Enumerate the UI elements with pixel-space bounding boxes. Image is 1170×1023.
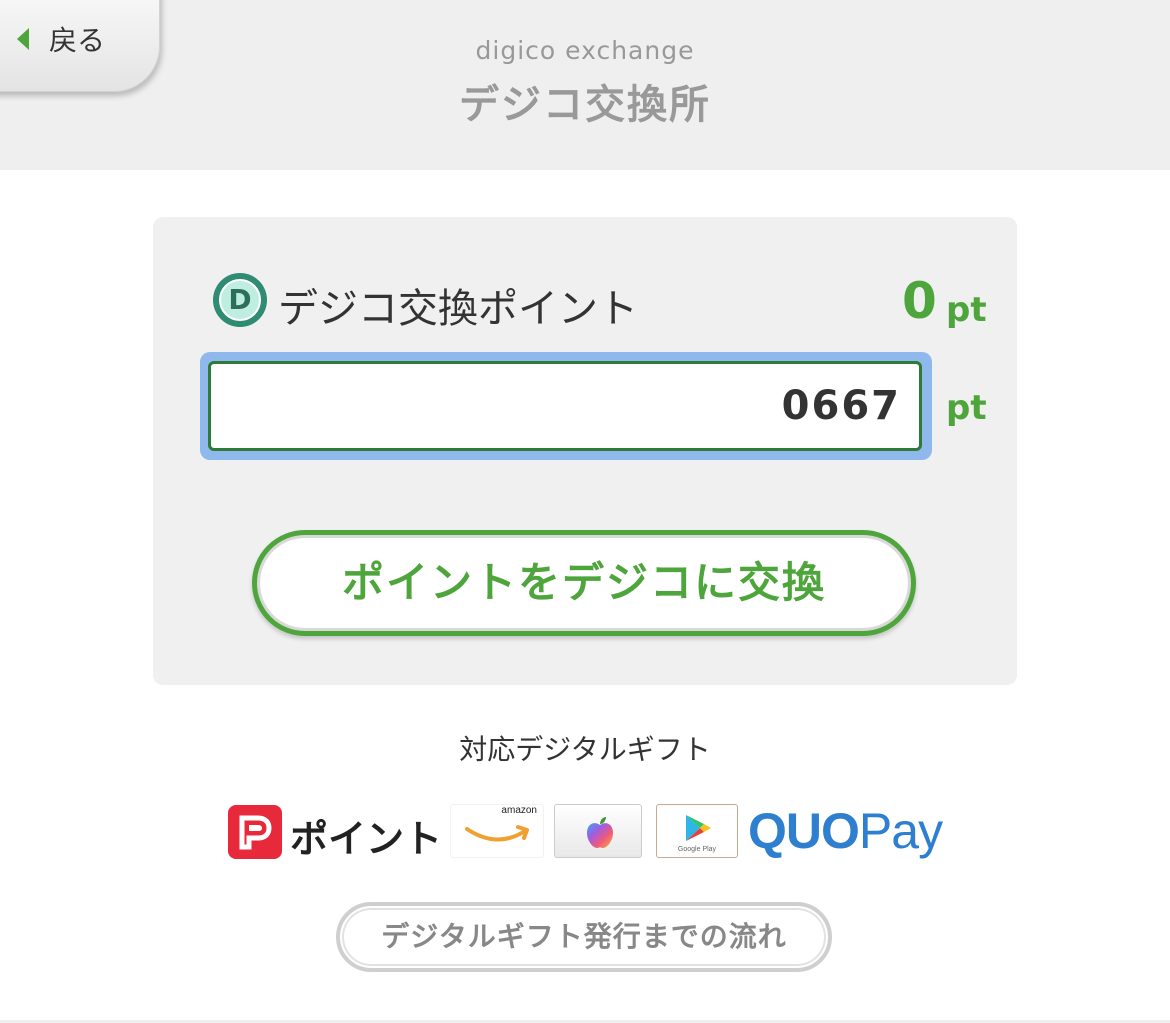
exchange-amount-input[interactable]: 0667 (208, 361, 922, 451)
gift-issuance-flow-button[interactable]: デジタルギフト発行までの流れ (336, 902, 832, 972)
exchange-button[interactable]: ポイントをデジコに交換 (252, 530, 916, 636)
apple-gift-card (554, 804, 642, 858)
google-play-wordmark: Google Play (677, 846, 717, 853)
page-title: デジコ交換所 (459, 82, 711, 128)
quo-pay-logo: QUOPay (748, 802, 943, 860)
paypay-icon (228, 805, 282, 859)
pay-wordmark: Pay (858, 803, 943, 859)
page-subtitle: digico exchange (475, 36, 695, 65)
amazon-gift-logo: amazon (450, 804, 544, 858)
input-unit: pt (946, 388, 987, 428)
header-bar: 戻る digico exchange デジコ交換所 (0, 0, 1170, 170)
supported-gifts-title: 対応デジタルギフト (459, 733, 711, 766)
apple-logo-icon (587, 817, 613, 848)
points-balance: 0 (902, 272, 937, 330)
amazon-wordmark: amazon (501, 805, 537, 816)
amazon-smile-icon (465, 825, 529, 842)
paypay-point-label: ポイント (290, 817, 443, 861)
exchange-amount-focus-ring: 0667 (200, 352, 932, 460)
google-play-icon (686, 815, 711, 841)
balance-unit: pt (946, 290, 987, 330)
quo-wordmark: QUO (748, 803, 860, 859)
points-label: デジコ交換ポイント (278, 286, 638, 332)
coin-letter: D (219, 279, 261, 321)
digico-coin-icon: D (213, 273, 267, 327)
google-play-gift-card: Google Play (656, 804, 738, 858)
